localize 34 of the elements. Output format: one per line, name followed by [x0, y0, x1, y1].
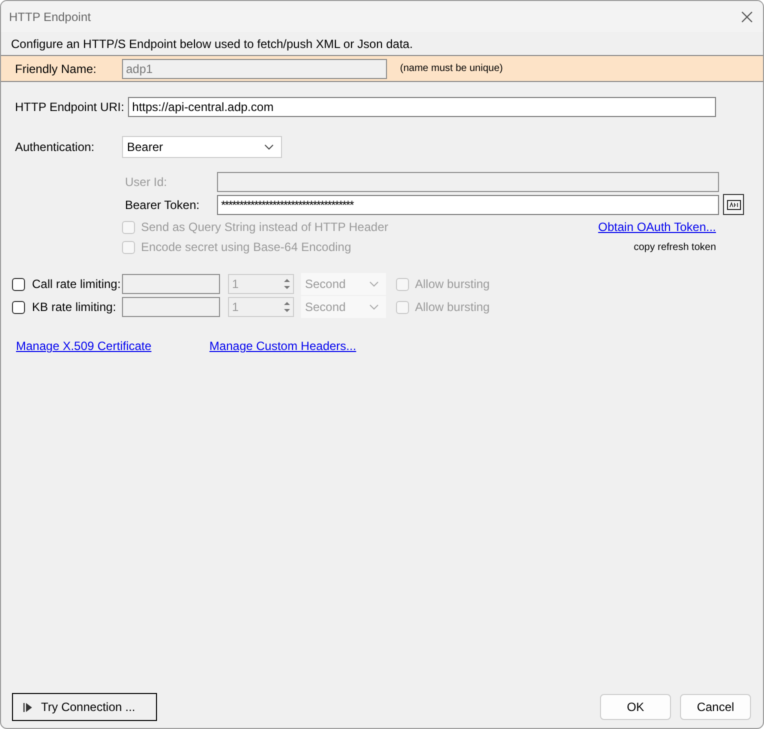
checkbox[interactable] — [12, 278, 25, 290]
description-text: Configure an HTTP/S Endpoint below used to fetch/push XML or Json data. — [10, 36, 414, 53]
field-label: User Id: — [125, 175, 168, 189]
try-connection-button[interactable]: Try Connection ... — [12, 693, 157, 721]
close-icon[interactable] — [741, 10, 753, 22]
checkbox-label: Send as Query String instead of HTTP Header — [141, 220, 388, 234]
checkbox-label: Call rate limiting: — [32, 277, 122, 291]
field-label: Friendly Name: — [15, 62, 98, 76]
checkbox-label: Allow bursting — [415, 300, 490, 314]
checkbox-label: KB rate limiting: — [32, 300, 118, 314]
dialog-button[interactable]: Cancel — [680, 694, 751, 720]
copy-refresh-token-text: copy refresh token — [634, 242, 716, 252]
field-label: HTTP Endpoint URI: — [15, 100, 124, 114]
checkbox-label: Encode secret using Base-64 Encoding — [141, 240, 352, 254]
play-icon — [23, 702, 33, 712]
window-title: HTTP Endpoint — [9, 10, 91, 24]
spinner-arrows-icon — [282, 276, 292, 292]
chevron-icon — [264, 144, 274, 150]
field-label: Bearer Token: — [125, 198, 200, 212]
spinner-arrows-icon — [282, 299, 292, 315]
chevron-icon — [369, 281, 379, 287]
text-field-icon — [726, 200, 740, 210]
chevron-icon — [369, 304, 379, 310]
authentication-dropdown[interactable]: Bearer — [122, 136, 282, 158]
bearer-token-field[interactable]: ************************************ — [217, 194, 719, 214]
manage-link[interactable]: Manage Custom Headers... — [209, 339, 356, 353]
dialog-button[interactable]: OK — [600, 694, 671, 720]
field-label: Authentication: — [15, 140, 96, 154]
manage-link[interactable]: Manage X.509 Certificate — [16, 339, 152, 353]
checkbox[interactable] — [12, 300, 25, 314]
uri-field[interactable]: https://api-central.adp.com — [128, 97, 716, 117]
checkbox-label: Allow bursting — [415, 277, 490, 291]
hint-text: (name must be unique) — [400, 63, 503, 74]
reveal-button[interactable] — [723, 194, 744, 215]
